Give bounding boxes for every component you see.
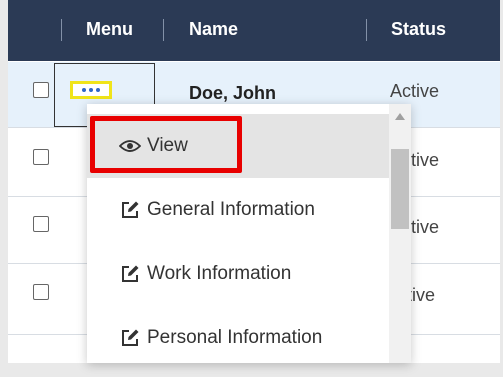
row-checkbox[interactable] <box>33 149 49 165</box>
row-checkbox[interactable] <box>33 82 49 98</box>
menu-item-work-information[interactable]: Work Information <box>87 242 389 306</box>
edit-icon <box>119 199 141 221</box>
header-divider <box>163 19 164 41</box>
column-header-menu[interactable]: Menu <box>86 19 133 40</box>
scroll-up-icon[interactable] <box>395 113 405 120</box>
menu-item-label: Work Information <box>147 263 292 284</box>
eye-icon <box>119 135 141 157</box>
employee-name[interactable]: Doe, John <box>189 83 276 104</box>
menu-item-label: View <box>147 135 188 156</box>
header-divider <box>61 19 62 41</box>
row-actions-dropdown: View General Information Work Informatio… <box>87 104 411 363</box>
scrollbar-thumb[interactable] <box>391 149 409 229</box>
column-header-status[interactable]: Status <box>391 19 446 40</box>
employee-status: Active <box>390 81 440 101</box>
menu-item-personal-information[interactable]: Personal Information <box>87 306 389 363</box>
edit-icon <box>119 263 141 285</box>
row-checkbox[interactable] <box>33 284 49 300</box>
edit-icon <box>119 327 141 349</box>
menu-item-label: General Information <box>147 199 315 220</box>
menu-item-view[interactable]: View <box>87 114 389 178</box>
column-header-name[interactable]: Name <box>189 19 238 40</box>
row-checkbox[interactable] <box>33 216 49 232</box>
row-actions-button[interactable] <box>70 81 112 99</box>
table-header: Menu Name Status <box>8 0 500 61</box>
header-divider <box>366 19 367 41</box>
menu-item-general-information[interactable]: General Information <box>87 178 389 242</box>
more-dots-icon <box>82 88 86 92</box>
menu-item-label: Personal Information <box>147 327 323 348</box>
dropdown-scrollbar[interactable] <box>389 104 411 363</box>
